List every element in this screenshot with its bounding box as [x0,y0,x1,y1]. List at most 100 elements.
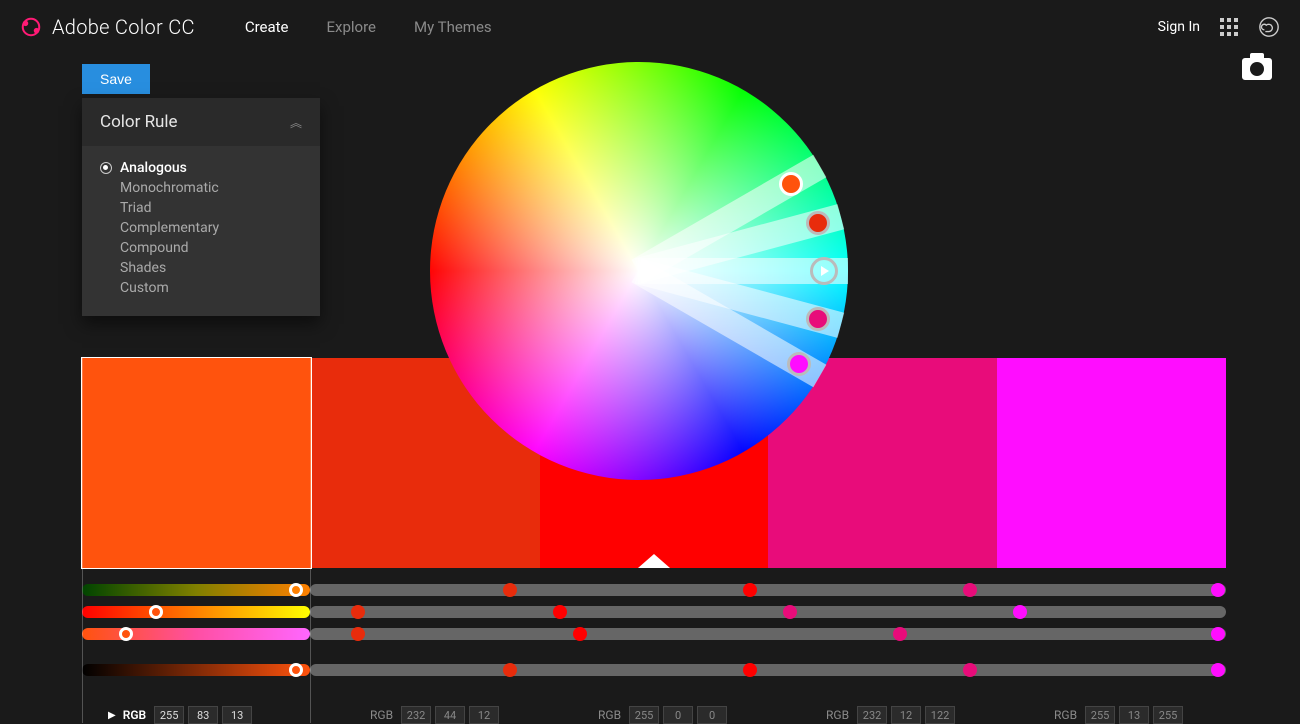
rule-triad[interactable]: Triad [100,198,302,218]
rgb-g[interactable]: 12 [891,706,921,724]
rule-label: Triad [120,200,152,216]
sat-slider[interactable] [82,606,310,618]
color-rule-panel: Color Rule ︽ Analogous Monochromatic Tri… [82,98,320,316]
rule-analogous[interactable]: Analogous [100,158,302,178]
rgb-label[interactable]: RGB [370,708,393,722]
thumb[interactable] [351,627,365,641]
wheel-handle[interactable] [787,352,811,376]
rgb-g[interactable]: 13 [1119,706,1149,724]
camera-upload-button[interactable] [1242,58,1272,80]
triangle-right-icon[interactable]: ▶ [108,710,116,721]
thumb[interactable] [503,583,517,597]
rule-complementary[interactable]: Complementary [100,218,302,238]
main-nav: Create Explore My Themes [245,18,492,36]
header-right: Sign In [1158,16,1280,38]
rgb-g[interactable]: 44 [435,706,465,724]
color-rule-header[interactable]: Color Rule ︽ [82,98,320,146]
thumb[interactable] [743,663,757,677]
alt-thumb[interactable] [119,627,133,641]
rgb-r[interactable]: 232 [401,706,431,724]
alt-slider[interactable] [82,628,310,640]
thumb[interactable] [553,605,567,619]
thumb[interactable] [783,605,797,619]
apps-grid-icon[interactable] [1220,18,1238,36]
thumb[interactable] [1211,583,1225,597]
rgb-r[interactable]: 255 [154,706,184,724]
sliders-area: ▶ RGB 255 83 13 RGB [82,568,1226,724]
slider-col-1: ▶ RGB 255 83 13 [82,568,310,724]
thumb[interactable] [1211,663,1225,677]
rule-compound[interactable]: Compound [100,238,302,258]
nav-create[interactable]: Create [245,18,289,36]
color-rule-title: Color Rule [100,112,178,132]
track-bri[interactable] [310,664,1226,676]
wheel-handle[interactable] [806,211,830,235]
rule-monochromatic[interactable]: Monochromatic [100,178,302,198]
rgb-b[interactable]: 255 [1153,706,1183,724]
creative-cloud-icon[interactable] [1258,16,1280,38]
track-b[interactable] [310,628,1226,640]
sat-thumb[interactable] [149,605,163,619]
chevron-up-icon[interactable]: ︽ [290,114,302,131]
rgb-row-2: RGB 232 44 12 [370,706,499,724]
thumb[interactable] [1211,627,1225,641]
swatch-1[interactable] [82,358,311,568]
base-color-indicator-icon [638,554,670,568]
rule-custom[interactable]: Custom [100,278,302,298]
logo-group: Adobe Color CC [20,15,195,39]
rgb-label[interactable]: RGB [1054,708,1077,722]
rule-label: Analogous [120,160,187,176]
bri-thumb[interactable] [289,663,303,677]
rgb-label[interactable]: RGB [123,708,146,722]
rule-label: Compound [120,240,189,256]
rgb-b[interactable]: 122 [925,706,955,724]
save-button[interactable]: Save [82,64,150,94]
slider-cols-rest: RGB 232 44 12 RGB 255 0 0 RGB 232 12 122… [310,568,1226,724]
rule-label: Shades [120,260,166,276]
track-r[interactable] [310,584,1226,596]
app-title: Adobe Color CC [52,15,195,39]
rgb-label[interactable]: RGB [826,708,849,722]
rgb-g[interactable]: 0 [663,706,693,724]
color-rule-list: Analogous Monochromatic Triad Complement… [82,146,320,316]
rgb-b[interactable]: 13 [222,706,252,724]
wheel-handle[interactable] [806,307,830,331]
rule-label: Complementary [120,220,219,236]
nav-my-themes[interactable]: My Themes [414,18,492,36]
thumb[interactable] [351,605,365,619]
sign-in-link[interactable]: Sign In [1158,19,1200,35]
thumb[interactable] [743,583,757,597]
wheel-handle[interactable] [810,257,838,285]
thumb[interactable] [963,663,977,677]
thumb[interactable] [573,627,587,641]
color-wheel-canvas[interactable] [430,62,848,480]
rule-shades[interactable]: Shades [100,258,302,278]
rule-label: Monochromatic [120,180,219,196]
hue-slider[interactable] [82,584,310,596]
color-wheel[interactable] [430,62,848,480]
rule-label: Custom [120,280,169,296]
rgb-b[interactable]: 12 [469,706,499,724]
app-header: Adobe Color CC Create Explore My Themes … [0,0,1300,54]
rgb-row-5: RGB 255 13 255 [1054,706,1183,724]
rgb-r[interactable]: 255 [629,706,659,724]
rgb-r[interactable]: 232 [857,706,887,724]
wheel-handle[interactable] [779,172,803,196]
rgb-row-4: RGB 232 12 122 [826,706,955,724]
rgb-b[interactable]: 0 [697,706,727,724]
bri-slider[interactable] [82,664,310,676]
swatch-5[interactable] [997,358,1226,568]
rgb-r[interactable]: 255 [1085,706,1115,724]
rgb-label[interactable]: RGB [598,708,621,722]
rgb-g[interactable]: 83 [188,706,218,724]
adobe-color-logo-icon [20,16,42,38]
thumb[interactable] [893,627,907,641]
thumb[interactable] [1013,605,1027,619]
nav-explore[interactable]: Explore [327,18,377,36]
track-g[interactable] [310,606,1226,618]
radio-icon [100,162,112,174]
hue-thumb[interactable] [289,583,303,597]
rgb-row-3: RGB 255 0 0 [598,706,727,724]
thumb[interactable] [503,663,517,677]
thumb[interactable] [963,583,977,597]
